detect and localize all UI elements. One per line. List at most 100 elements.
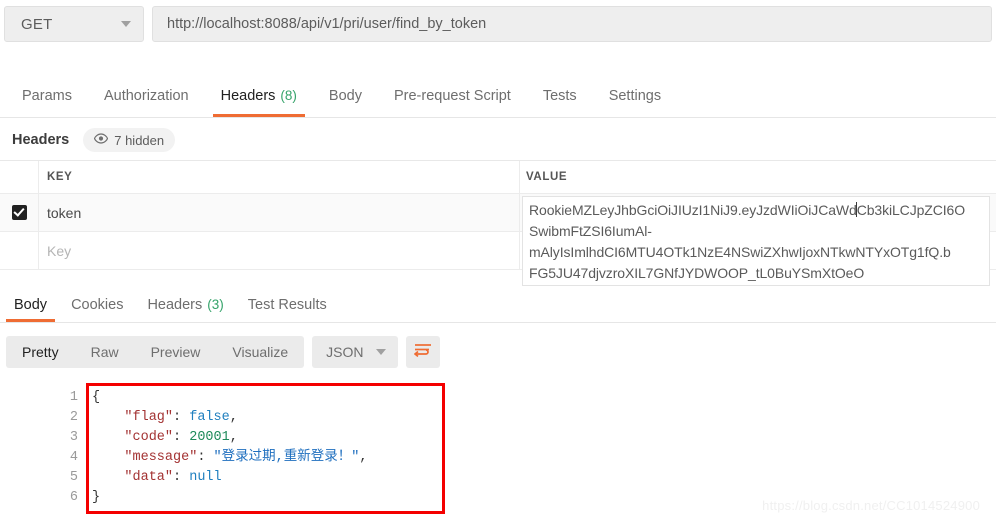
- view-mode-label: Preview: [150, 344, 201, 360]
- value-line: FG5JU47djvzroXIL7GNfJYDWOOP_tL0BuYSmXtOe…: [529, 265, 865, 281]
- view-mode-raw[interactable]: Raw: [75, 336, 135, 368]
- response-tab-test-results[interactable]: Test Results: [236, 287, 339, 322]
- chevron-down-icon: [375, 349, 386, 355]
- row-key-placeholder: Key: [47, 242, 72, 259]
- view-mode-label: Pretty: [22, 344, 59, 360]
- request-url-bar: GET http://localhost:8088/api/v1/pri/use…: [0, 0, 996, 46]
- value-line: SwibmFtZSI6IumAl-: [529, 223, 652, 239]
- line-number: 5: [69, 470, 78, 485]
- code-token: :: [173, 470, 190, 485]
- tab-pre-request-script[interactable]: Pre-request Script: [378, 74, 527, 117]
- tab-label: Tests: [542, 87, 577, 104]
- hidden-headers-toggle[interactable]: 7 hidden: [83, 128, 176, 152]
- request-url-input[interactable]: http://localhost:8088/api/v1/pri/user/fi…: [152, 6, 992, 42]
- http-method-select[interactable]: GET: [4, 6, 144, 42]
- http-method-label: GET: [21, 15, 53, 33]
- view-mode-visualize[interactable]: Visualize: [216, 336, 304, 368]
- tab-label: Params: [22, 87, 72, 104]
- response-tab-body[interactable]: Body: [2, 287, 59, 322]
- view-mode-label: Visualize: [232, 344, 289, 360]
- tab-label: Body: [328, 87, 362, 104]
- table-header-row: KEY VALUE: [0, 161, 996, 194]
- response-tab-cookies[interactable]: Cookies: [59, 287, 135, 322]
- view-mode-preview[interactable]: Preview: [135, 336, 217, 368]
- value-segment: RookieMZLeyJhbGciOiJIUzI1NiJ9.eyJzdWIiOi…: [529, 202, 857, 218]
- code-token: }: [92, 490, 101, 505]
- eye-icon: [94, 131, 109, 149]
- tab-headers[interactable]: Headers (8): [205, 74, 313, 117]
- tab-params[interactable]: Params: [6, 74, 88, 117]
- code-token: "code": [124, 430, 174, 445]
- header-cell-value: VALUE: [520, 161, 996, 193]
- tab-label: Test Results: [247, 296, 327, 313]
- response-format-label: JSON: [326, 344, 364, 360]
- tab-tests[interactable]: Tests: [527, 74, 593, 117]
- row-enable-cell: [0, 232, 39, 269]
- code-line: "code": 20001,: [92, 428, 996, 448]
- headers-section-title: Headers: [12, 132, 70, 148]
- line-number: 4: [69, 450, 78, 465]
- value-line: mAlyIsImlhdCI6MTU4OTk1NzE4NSwiZXhwIjoxNT…: [529, 244, 951, 260]
- row-checkbox-token[interactable]: [11, 205, 27, 220]
- line-number: 2: [69, 410, 78, 425]
- tab-authorization[interactable]: Authorization: [88, 74, 205, 117]
- value-line: RookieMZLeyJhbGciOiJIUzI1NiJ9.eyJzdWIiOi…: [529, 200, 983, 221]
- code-token: false: [189, 410, 230, 425]
- response-tabs: Body Cookies Headers (3) Test Results: [0, 287, 996, 323]
- tab-count-badge: (3): [207, 297, 224, 312]
- row-key-cell[interactable]: token: [39, 194, 520, 231]
- code-token: "flag": [124, 410, 174, 425]
- code-token: {: [92, 390, 101, 405]
- code-line: {: [92, 388, 996, 408]
- code-token: 20001: [189, 430, 230, 445]
- view-mode-label: Raw: [90, 344, 119, 360]
- code-content: { "flag": false, "code": 20001, "message…: [86, 384, 996, 514]
- hidden-headers-label: 7 hidden: [114, 132, 165, 148]
- response-toolbar: Pretty Raw Preview Visualize JSON: [6, 336, 440, 368]
- code-token: ,: [229, 430, 238, 445]
- tab-label: Body: [14, 296, 48, 313]
- response-tab-headers[interactable]: Headers (3): [135, 287, 235, 322]
- chevron-down-icon: [121, 21, 131, 27]
- row-enable-cell: [0, 194, 39, 231]
- tab-label: Headers: [220, 87, 276, 104]
- row-key-cell[interactable]: Key: [39, 232, 520, 269]
- code-token: :: [173, 430, 190, 445]
- code-token: null: [189, 470, 222, 485]
- header-cell-select: [0, 161, 39, 193]
- view-mode-pretty[interactable]: Pretty: [6, 336, 75, 368]
- request-tabs: Params Authorization Headers (8) Body Pr…: [0, 74, 996, 118]
- postman-request-response-view: GET http://localhost:8088/api/v1/pri/use…: [0, 0, 996, 525]
- line-number-gutter: 1 2 3 4 5 6: [0, 384, 86, 514]
- code-token: "data": [124, 470, 174, 485]
- watermark-text: https://blog.csdn.net/CC1014524900: [762, 498, 980, 513]
- code-token: ,: [229, 410, 238, 425]
- code-token: :: [197, 450, 214, 465]
- line-number: 3: [69, 430, 78, 445]
- response-body-code[interactable]: 1 2 3 4 5 6 { "flag": false, "code": 200…: [0, 384, 996, 514]
- header-value-editor-token[interactable]: RookieMZLeyJhbGciOiJIUzI1NiJ9.eyJzdWIiOi…: [522, 196, 990, 286]
- code-token: :: [173, 410, 190, 425]
- line-number: 1: [69, 390, 78, 405]
- code-token: "登录过期,重新登录！": [213, 450, 360, 465]
- tab-settings[interactable]: Settings: [593, 74, 677, 117]
- tab-label: Authorization: [103, 87, 189, 104]
- code-token: "message": [124, 450, 198, 465]
- header-cell-key: KEY: [39, 161, 520, 193]
- response-format-select[interactable]: JSON: [312, 336, 398, 368]
- row-key-text: token: [47, 204, 82, 221]
- code-line: "data": null: [92, 468, 996, 488]
- column-label-key: KEY: [47, 171, 73, 183]
- tab-label: Settings: [608, 87, 662, 104]
- tab-body[interactable]: Body: [313, 74, 378, 117]
- word-wrap-button[interactable]: [405, 336, 440, 368]
- tab-label: Cookies: [71, 296, 124, 313]
- line-number: 6: [69, 490, 78, 505]
- word-wrap-icon: [413, 343, 432, 362]
- code-line: "flag": false,: [92, 408, 996, 428]
- code-token: ,: [359, 450, 368, 465]
- tab-label: Pre-request Script: [393, 87, 511, 104]
